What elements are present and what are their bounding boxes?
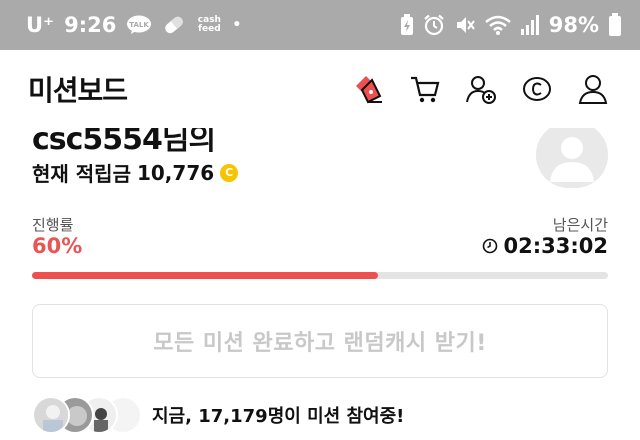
header-icons [352,72,610,106]
participant-avatar [32,396,70,434]
coin-icon: C [220,163,239,182]
remaining-time: 02:33:02 [482,234,608,258]
status-right: 98% [400,13,622,37]
profile-icon[interactable] [576,72,610,106]
cart-icon[interactable] [408,72,442,106]
add-friend-icon[interactable] [464,72,498,106]
status-left: U⁺ 9:26 TALK cash feed • [26,13,241,37]
participants-row: 지금, 17,179명이 미션 참여중! [32,396,404,434]
clock-icon [482,238,498,254]
pill-icon [162,14,186,36]
status-bar: U⁺ 9:26 TALK cash feed • 98% [0,0,640,50]
remaining-time-value: 02:33:02 [503,234,608,258]
participants-prefix: 지금, [152,406,199,427]
coin-c-icon[interactable] [520,72,554,106]
progress-value: 60% [32,234,83,258]
claim-random-cash-button[interactable]: 모든 미션 완료하고 랜덤캐시 받기! [32,304,608,378]
page-title: 미션보드 [28,74,128,107]
balance-value: 10,776 [136,160,215,185]
progress-bar-fill [32,272,378,279]
remaining-time-label: 남은시간 [552,216,608,234]
balance-row: 현재 적립금 10,776 C [32,158,239,187]
mute-icon [454,14,476,36]
battery-percent: 98% [548,13,599,37]
progress-bar [32,272,608,279]
signal-icon [520,14,540,36]
participants-suffix: 이 미션 참여중! [284,406,405,427]
cashfeed-icon: cash feed [197,15,221,34]
clock: 9:26 [64,13,117,37]
alarm-icon [423,14,445,36]
participants-count: 17,179명 [198,406,285,427]
balance-label: 현재 적립금 [32,162,131,186]
username: csc5554님의 [32,128,216,157]
app-header: 미션보드 [0,50,640,128]
battery-icon [608,13,622,37]
battery-saver-icon [400,14,414,36]
wifi-icon [484,14,511,36]
mission-tag-icon[interactable] [352,72,386,106]
mission-board-content: csc5554님의 현재 적립금 10,776 C 진행률 60% 남은시간 0… [0,128,640,440]
kakaotalk-icon: TALK [126,15,152,35]
progress-label: 진행률 [32,216,74,234]
carrier-label: U⁺ [26,13,55,37]
avatar[interactable] [536,128,608,188]
talk-icon-text: TALK [130,21,150,29]
notification-dot: • [232,17,242,33]
participants-text: 지금, 17,179명이 미션 참여중! [152,402,404,428]
